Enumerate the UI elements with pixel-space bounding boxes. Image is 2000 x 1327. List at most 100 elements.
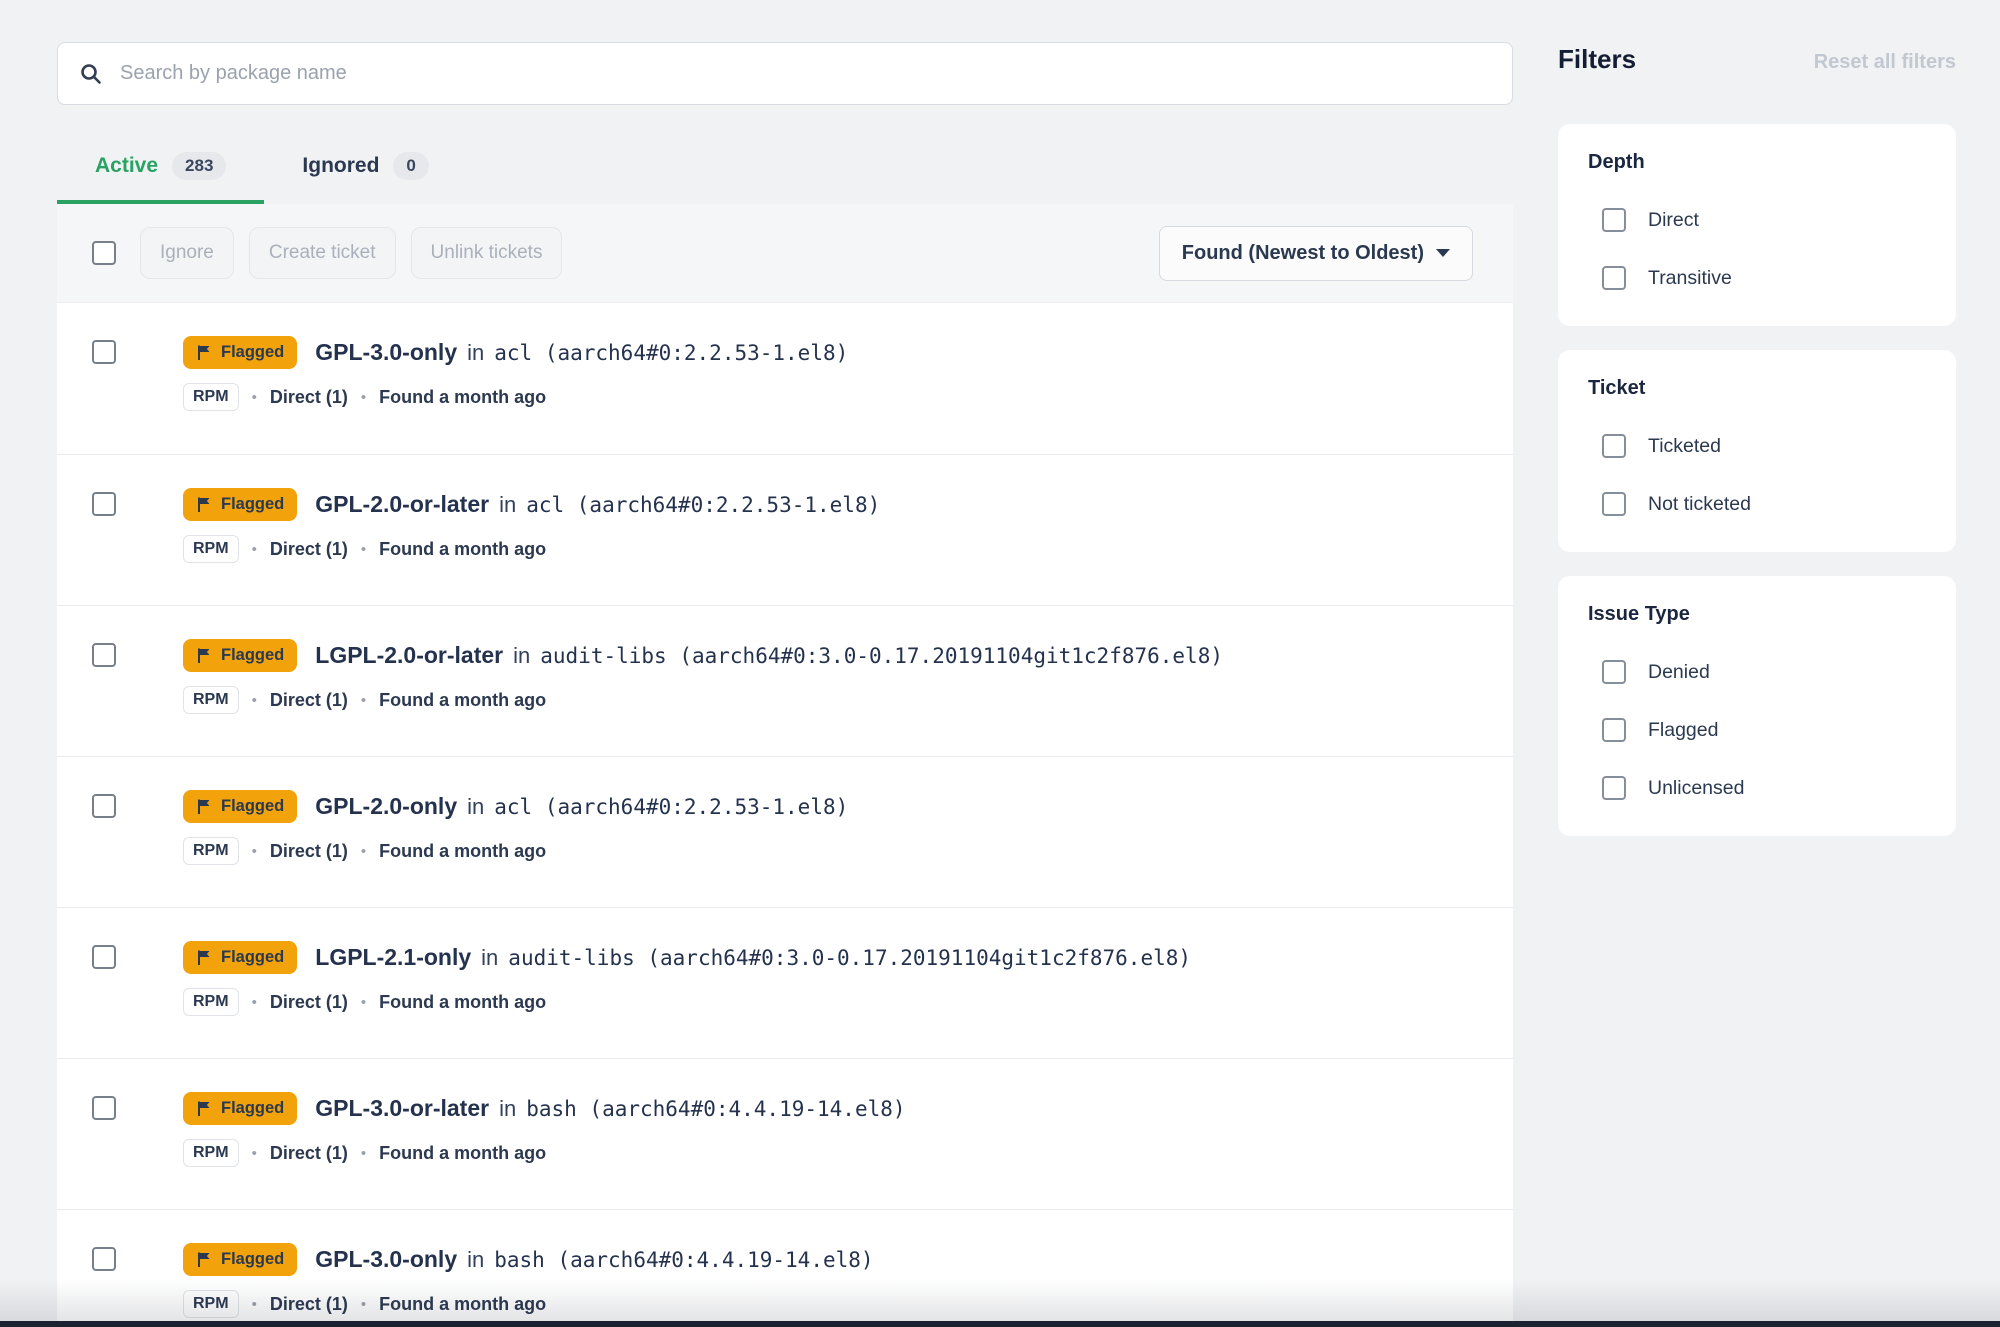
filter-option-flagged[interactable]: Flagged — [1602, 718, 1926, 742]
flag-icon — [198, 950, 210, 965]
found-time: Found a month ago — [379, 1142, 547, 1163]
toolbar: Ignore Create ticket Unlink tickets Foun… — [57, 204, 1513, 303]
sort-dropdown[interactable]: Found (Newest to Oldest) — [1158, 225, 1473, 281]
checkbox[interactable] — [1602, 660, 1626, 684]
found-time: Found a month ago — [379, 386, 547, 407]
license-name: LGPL-2.1-only — [315, 944, 472, 970]
row-checkbox[interactable] — [92, 945, 116, 969]
filter-option-denied[interactable]: Denied — [1602, 660, 1926, 684]
tabs: Active 283 Ignored 0 — [57, 132, 1513, 204]
issue-title: Flagged LGPL-2.0-or-later in audit-libs … — [183, 639, 1513, 672]
dependency-depth: Direct (1) — [269, 689, 348, 710]
search-input[interactable] — [57, 42, 1513, 105]
issue-meta: RPM • Direct (1) • Found a month ago — [183, 988, 1513, 1016]
issue-row[interactable]: Flagged GPL-3.0-or-later in bash (aarch6… — [57, 1058, 1513, 1209]
checkbox[interactable] — [1602, 434, 1626, 458]
issue-meta: RPM • Direct (1) • Found a month ago — [183, 383, 1513, 411]
tab-ignored-label: Ignored — [302, 154, 380, 177]
tab-ignored-count-badge: 0 — [393, 152, 429, 180]
found-time: Found a month ago — [379, 689, 547, 710]
chevron-down-icon — [1436, 249, 1450, 257]
row-checkbox[interactable] — [92, 1096, 116, 1120]
meta-separator: • — [251, 388, 257, 406]
checkbox[interactable] — [1602, 266, 1626, 290]
dependency-depth: Direct (1) — [269, 1142, 348, 1163]
meta-separator: • — [360, 1295, 367, 1313]
flag-icon — [198, 497, 210, 512]
dependency-depth: Direct (1) — [269, 386, 348, 407]
filter-option-transitive[interactable]: Transitive — [1602, 266, 1926, 290]
flagged-badge: Flagged — [183, 1092, 298, 1125]
sort-dropdown-label: Found (Newest to Oldest) — [1181, 241, 1424, 264]
issue-title: Flagged GPL-2.0-only in acl (aarch64#0:2… — [183, 790, 1513, 823]
select-all-checkbox[interactable] — [92, 241, 116, 265]
filter-group-title: Issue Type — [1588, 603, 1690, 625]
tab-active-label: Active — [95, 154, 159, 177]
flag-icon — [198, 648, 210, 663]
unlink-tickets-button[interactable]: Unlink tickets — [410, 227, 563, 279]
issue-row[interactable]: Flagged GPL-2.0-or-later in acl (aarch64… — [57, 454, 1513, 605]
issue-row[interactable]: Flagged GPL-2.0-only in acl (aarch64#0:2… — [57, 756, 1513, 907]
row-checkbox[interactable] — [92, 1247, 116, 1271]
package-name: acl (aarch64#0:2.2.53-1.el8) — [494, 794, 849, 819]
package-name: audit-libs (aarch64#0:3.0-0.17.20191104g… — [508, 945, 1192, 970]
connector-word: in — [513, 642, 531, 668]
package-type-badge: RPM — [183, 1290, 239, 1318]
filter-option-direct[interactable]: Direct — [1602, 208, 1926, 232]
filter-group-ticket: Ticket Ticketed Not ticketed — [1558, 350, 1956, 552]
filters-title: Filters — [1558, 44, 1637, 74]
meta-separator: • — [251, 1295, 257, 1313]
connector-word: in — [499, 1095, 517, 1121]
tab-ignored[interactable]: Ignored 0 — [264, 132, 466, 204]
issue-meta: RPM • Direct (1) • Found a month ago — [183, 1139, 1513, 1167]
checkbox[interactable] — [1602, 208, 1626, 232]
row-checkbox[interactable] — [92, 794, 116, 818]
flagged-badge: Flagged — [183, 790, 298, 823]
license-name: GPL-2.0-or-later — [315, 491, 490, 517]
flag-icon — [198, 1252, 210, 1267]
reset-all-filters-link[interactable]: Reset all filters — [1814, 51, 1956, 74]
issue-meta: RPM • Direct (1) • Found a month ago — [183, 837, 1513, 865]
flagged-badge: Flagged — [183, 336, 298, 369]
meta-separator: • — [360, 691, 367, 709]
ignore-button[interactable]: Ignore — [140, 227, 234, 279]
row-checkbox[interactable] — [92, 492, 116, 516]
filter-option-not-ticketed[interactable]: Not ticketed — [1602, 492, 1926, 516]
issue-title: Flagged GPL-2.0-or-later in acl (aarch64… — [183, 488, 1513, 521]
checkbox[interactable] — [1602, 492, 1626, 516]
checkbox[interactable] — [1602, 718, 1626, 742]
package-name: bash (aarch64#0:4.4.19-14.el8) — [494, 1247, 874, 1272]
flagged-badge: Flagged — [183, 639, 298, 672]
meta-separator: • — [360, 842, 367, 860]
package-name: audit-libs (aarch64#0:3.0-0.17.20191104g… — [540, 643, 1223, 668]
issue-row[interactable]: Flagged LGPL-2.1-only in audit-libs (aar… — [57, 907, 1513, 1058]
package-type-badge: RPM — [183, 988, 239, 1016]
search-bar — [57, 42, 1513, 105]
license-name: GPL-2.0-only — [315, 793, 458, 819]
package-name: acl (aarch64#0:2.2.53-1.el8) — [494, 340, 849, 365]
issue-row[interactable]: Flagged GPL-3.0-only in bash (aarch64#0:… — [57, 1209, 1513, 1327]
dependency-depth: Direct (1) — [269, 1293, 348, 1314]
license-name: LGPL-2.0-or-later — [315, 642, 504, 668]
flag-icon — [198, 799, 210, 814]
create-ticket-button[interactable]: Create ticket — [248, 227, 396, 279]
meta-separator: • — [360, 388, 367, 406]
issue-row[interactable]: Flagged GPL-3.0-only in acl (aarch64#0:2… — [57, 303, 1513, 454]
issue-row[interactable]: Flagged LGPL-2.0-or-later in audit-libs … — [57, 605, 1513, 756]
dependency-depth: Direct (1) — [269, 991, 348, 1012]
checkbox[interactable] — [1602, 776, 1626, 800]
dependency-depth: Direct (1) — [269, 840, 348, 861]
issues-list: Ignore Create ticket Unlink tickets Foun… — [57, 204, 1513, 1327]
filter-option-ticketed[interactable]: Ticketed — [1602, 434, 1926, 458]
package-type-badge: RPM — [183, 686, 239, 714]
filter-option-unlicensed[interactable]: Unlicensed — [1602, 776, 1926, 800]
package-name: acl (aarch64#0:2.2.53-1.el8) — [526, 492, 881, 517]
connector-word: in — [467, 1246, 485, 1272]
tab-active[interactable]: Active 283 — [57, 132, 265, 204]
dependency-depth: Direct (1) — [269, 538, 348, 559]
row-checkbox[interactable] — [92, 643, 116, 667]
flag-icon — [198, 345, 210, 360]
row-checkbox[interactable] — [92, 340, 116, 364]
connector-word: in — [467, 793, 485, 819]
package-type-badge: RPM — [183, 837, 239, 865]
